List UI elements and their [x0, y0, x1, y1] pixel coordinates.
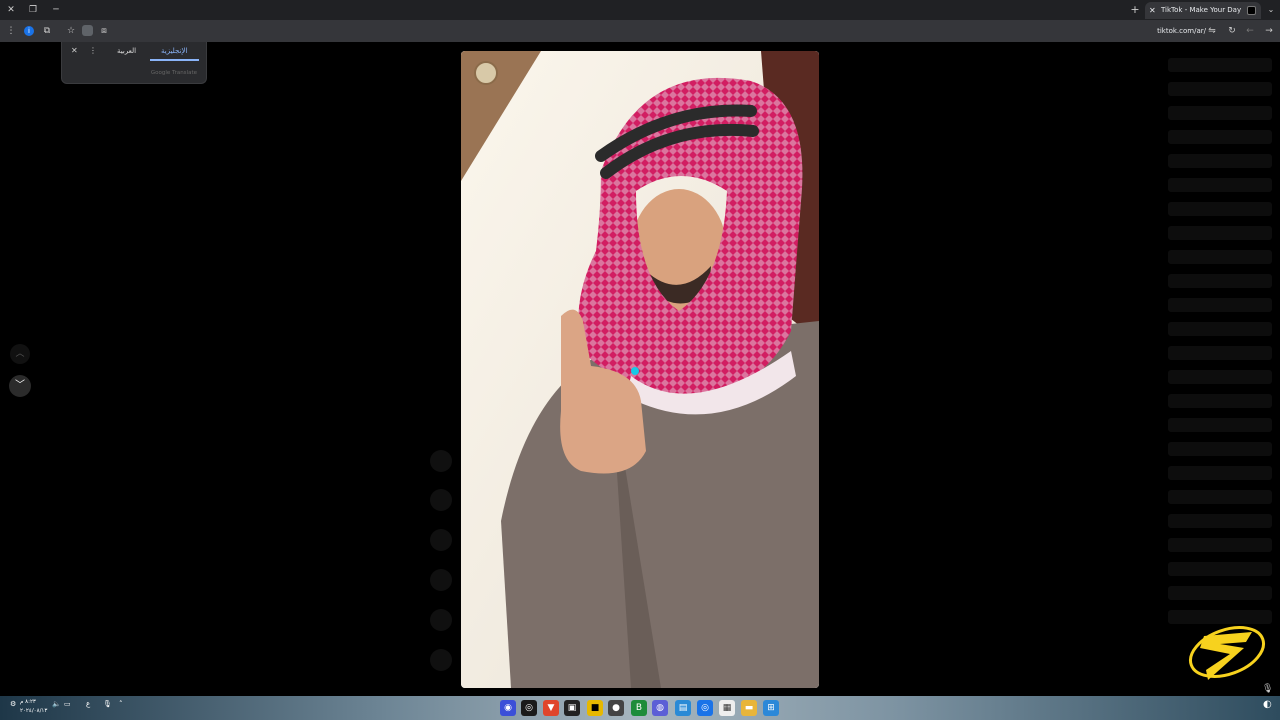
video-frame-image	[461, 51, 819, 688]
skeleton-row	[1168, 274, 1272, 288]
notepad-app-icon[interactable]: ▤	[675, 700, 691, 716]
skeleton-row	[1168, 58, 1272, 72]
skeleton-row	[1168, 466, 1272, 480]
sidebar-skeleton-list	[1168, 58, 1272, 634]
b-app-icon[interactable]: B	[631, 700, 647, 716]
tab-close-icon[interactable]: ✕	[1149, 2, 1156, 19]
channel-logo-icon	[1189, 626, 1265, 680]
skeleton-row	[1168, 418, 1272, 432]
obs-app-icon[interactable]: ◎	[521, 700, 537, 716]
install-app-icon[interactable]: ⧈	[96, 23, 112, 39]
skeleton-row	[1168, 586, 1272, 600]
skeleton-row	[1168, 562, 1272, 576]
skeleton-row	[1168, 346, 1272, 360]
copilot-icon[interactable]: ◐	[1263, 699, 1272, 710]
skeleton-row	[1168, 394, 1272, 408]
site-settings-icon[interactable]: ⇋	[1204, 23, 1220, 39]
like-button[interactable]	[430, 450, 452, 472]
skeleton-row	[1168, 442, 1272, 456]
translate-credit: Google Translate	[150, 70, 197, 76]
share-button[interactable]	[430, 569, 452, 591]
skeleton-row	[1168, 322, 1272, 336]
more-options-icon[interactable]: ⋮	[89, 46, 97, 55]
skeleton-row	[1168, 250, 1272, 264]
volume-icon[interactable]: 🔈	[52, 700, 61, 708]
translate-popup: ✕ ⋮ العربية الإنجليزية Google Translate	[61, 42, 207, 84]
clock-date: ٢٠٢٤/٠٨/١٣	[20, 708, 48, 714]
skeleton-row	[1168, 178, 1272, 192]
file-explorer-icon[interactable]: ▬	[741, 700, 757, 716]
tab-title: TikTok - Make Your Day	[1161, 6, 1242, 14]
brave-app-icon[interactable]: ▼	[543, 700, 559, 716]
browser-toolbar: ⋮ i ⧉ ☆ ⧈ tiktok.com/ar/ ⇋ ↻ ← →	[0, 20, 1280, 42]
tab-list-button[interactable]: ⌄	[1264, 2, 1278, 18]
skeleton-row	[1168, 370, 1272, 384]
chevron-up-icon: ︿	[15, 349, 25, 359]
extension-icon[interactable]: i	[24, 26, 34, 36]
store-app-icon[interactable]: ▦	[719, 700, 735, 716]
chrome-app-icon[interactable]: ◎	[697, 700, 713, 716]
favorite-button[interactable]	[430, 529, 452, 551]
back-icon[interactable]: →	[1261, 23, 1277, 39]
camera-app-icon[interactable]: ●	[608, 700, 624, 716]
windows-taskbar: ⚙ ٨:٢٣ م ٢٠٢٤/٠٨/١٣ 🔈 ▭ ع 🎙 ˄ ◉ ◎ ▼ ▣ ■ …	[0, 696, 1280, 720]
skeleton-row	[1168, 538, 1272, 552]
extensions-puzzle-icon[interactable]: ⧉	[39, 23, 55, 39]
next-video-button[interactable]: ﹀	[9, 375, 31, 397]
skeleton-row	[1168, 514, 1272, 528]
skeleton-row	[1168, 202, 1272, 216]
skeleton-row	[1168, 154, 1272, 168]
chevron-up-icon[interactable]: ˄	[119, 700, 123, 708]
sound-button[interactable]	[430, 649, 452, 671]
folder-app-icon[interactable]: ■	[587, 700, 603, 716]
previous-video-button[interactable]: ︿	[10, 344, 30, 364]
tab-tiktok[interactable]: ✕ TikTok - Make Your Day	[1145, 2, 1261, 19]
browser-titlebar: ✕ ❐ ─ + ✕ TikTok - Make Your Day ⌄	[0, 0, 1280, 20]
epic-app-icon[interactable]: ▣	[564, 700, 580, 716]
chat-app-icon[interactable]: ◍	[652, 700, 668, 716]
taskbar-clock[interactable]: ٨:٢٣ م ٢٠٢٤/٠٨/١٣	[20, 698, 47, 716]
skeleton-row	[1168, 490, 1272, 504]
more-button[interactable]	[430, 609, 452, 631]
translate-icon[interactable]	[82, 25, 93, 36]
microphone-icon[interactable]: 🎙	[1262, 684, 1273, 696]
tiktok-favicon-icon	[1247, 6, 1256, 15]
reload-icon[interactable]: ↻	[1224, 23, 1240, 39]
chevron-down-icon: ﹀	[15, 380, 25, 391]
selected-tab-indicator	[150, 59, 199, 61]
discord-app-icon[interactable]: ◉	[500, 700, 516, 716]
address-bar[interactable]: tiktok.com/ar/	[1150, 24, 1206, 38]
comment-button[interactable]	[430, 489, 452, 511]
skeleton-row	[1168, 226, 1272, 240]
video-player[interactable]	[461, 51, 819, 688]
skeleton-row	[1168, 106, 1272, 120]
notification-icon[interactable]: ⚙	[10, 700, 16, 708]
desktop-screen: { "browser": { "tab_title": "TikTok - Ma…	[0, 0, 1280, 720]
language-tab-english[interactable]: الإنجليزية	[161, 47, 187, 55]
close-icon[interactable]: ✕	[71, 46, 78, 55]
minimize-window-button[interactable]: ─	[48, 2, 64, 18]
new-tab-button[interactable]: +	[1128, 2, 1142, 18]
menu-icon[interactable]: ⋮	[3, 23, 19, 39]
close-window-button[interactable]: ✕	[3, 2, 19, 18]
language-indicator[interactable]: ع	[86, 700, 90, 708]
language-tab-arabic[interactable]: العربية	[117, 47, 136, 55]
skeleton-row	[1168, 130, 1272, 144]
forward-icon[interactable]: ←	[1242, 23, 1258, 39]
bookmark-star-icon[interactable]: ☆	[63, 23, 79, 39]
network-icon[interactable]: ▭	[64, 700, 71, 708]
skeleton-row	[1168, 298, 1272, 312]
clock-time: ٨:٢٣ م	[20, 699, 36, 705]
skeleton-row	[1168, 82, 1272, 96]
restore-window-button[interactable]: ❐	[25, 2, 41, 18]
windows-start-icon[interactable]: ⊞	[763, 700, 779, 716]
microphone-tray-icon[interactable]: 🎙	[103, 700, 112, 708]
